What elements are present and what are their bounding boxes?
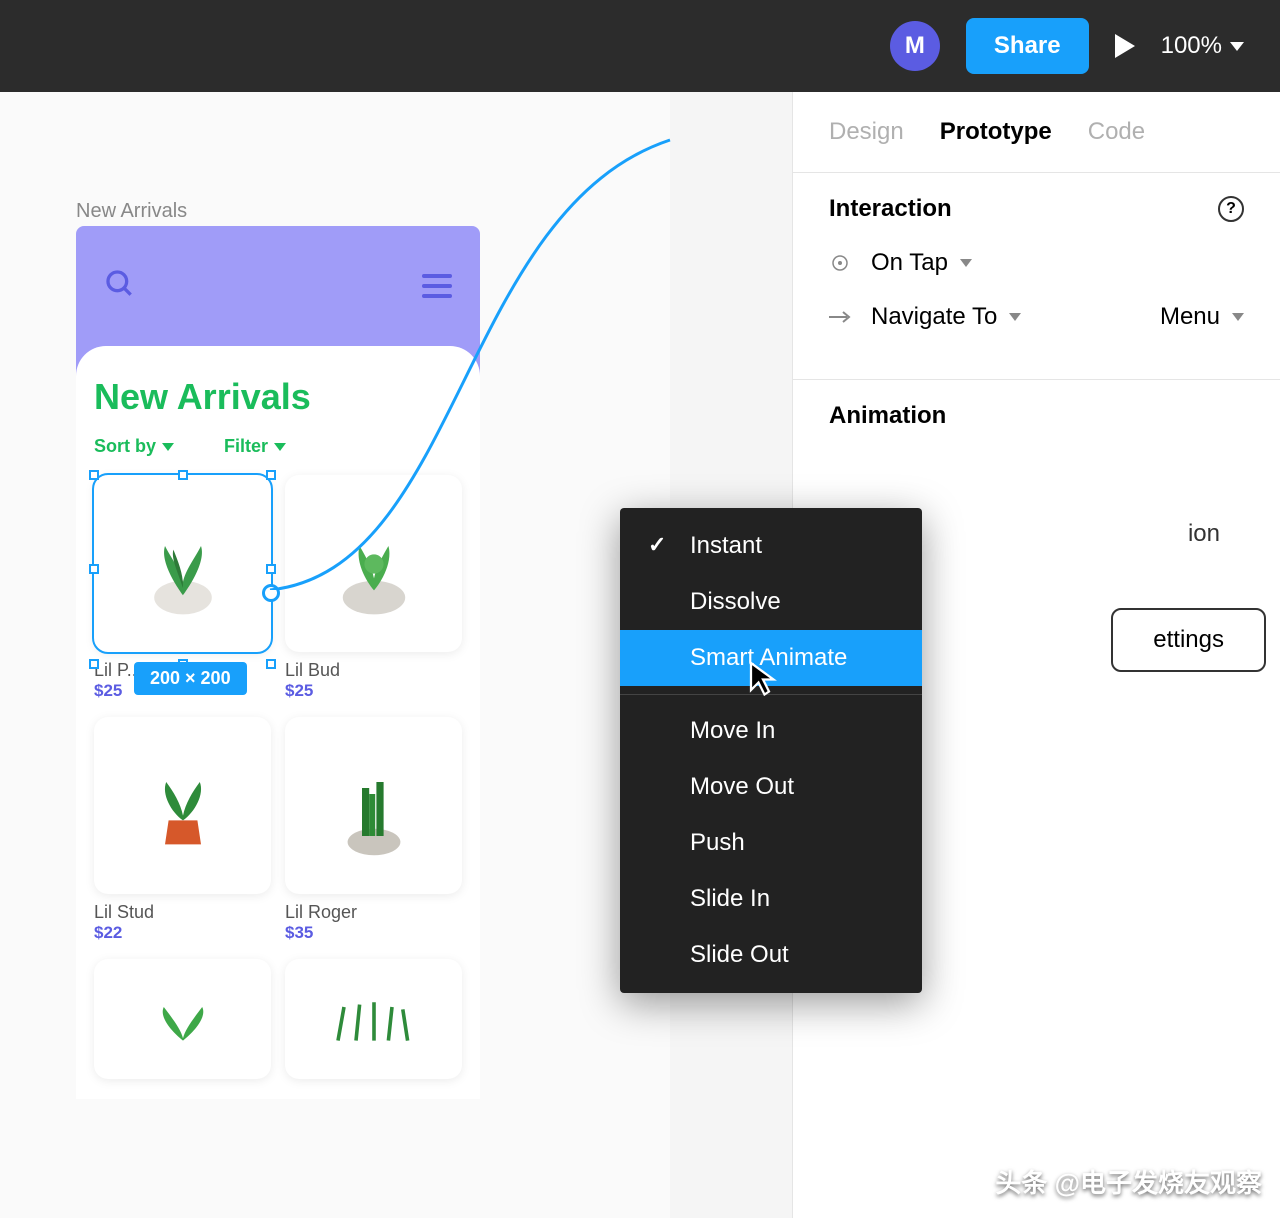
target-icon: [829, 252, 851, 274]
help-icon[interactable]: ?: [1218, 196, 1244, 222]
list-controls: Sort by Filter: [94, 436, 462, 457]
hamburger-icon[interactable]: [422, 274, 452, 298]
search-icon[interactable]: [104, 268, 136, 305]
dropdown-item[interactable]: Move Out: [620, 759, 922, 815]
zoom-dropdown[interactable]: 100%: [1161, 32, 1244, 60]
product-card[interactable]: Lil P... $25 200 × 200: [94, 475, 271, 701]
avatar[interactable]: M: [890, 21, 940, 71]
chevron-down-icon: [274, 443, 286, 451]
product-name: Lil Bud: [285, 660, 462, 681]
tab-code[interactable]: Code: [1088, 118, 1145, 146]
play-icon[interactable]: [1115, 34, 1135, 58]
overflow-label-partial: ion: [1188, 520, 1220, 548]
topbar: M Share 100%: [0, 0, 1280, 92]
section-title: Animation: [829, 402, 1244, 430]
dropdown-item[interactable]: Dissolve: [620, 574, 922, 630]
tab-prototype[interactable]: Prototype: [940, 118, 1052, 146]
product-thumbnail: [285, 717, 462, 894]
product-price: $22: [94, 923, 271, 943]
dropdown-item[interactable]: Instant: [620, 518, 922, 574]
cursor-icon: [748, 660, 778, 701]
product-card[interactable]: [94, 959, 271, 1079]
canvas[interactable]: New Arrivals New Arrivals Sort by Filter: [0, 92, 670, 1218]
dropdown-item[interactable]: Move In: [620, 703, 922, 759]
animation-section: Animation: [793, 379, 1280, 452]
chevron-down-icon: [1232, 313, 1244, 321]
trigger-row[interactable]: On Tap: [829, 249, 1244, 277]
product-name: Lil Roger: [285, 902, 462, 923]
section-title: Interaction: [829, 195, 952, 223]
overflow-settings-button[interactable]: ettings: [1111, 608, 1266, 672]
product-thumbnail: [285, 475, 462, 652]
filter-dropdown[interactable]: Filter: [224, 436, 286, 457]
frame-label[interactable]: New Arrivals: [76, 200, 187, 223]
product-name: Lil Stud: [94, 902, 271, 923]
mobile-frame[interactable]: New Arrivals Sort by Filter Lil P... $25…: [76, 226, 480, 1099]
chevron-down-icon: [162, 443, 174, 451]
watermark: 头条 @电子发烧友观察: [995, 1163, 1262, 1200]
product-card[interactable]: Lil Roger $35: [285, 717, 462, 943]
chevron-down-icon: [1009, 313, 1021, 321]
product-thumbnail: [285, 959, 462, 1079]
target-dropdown[interactable]: Menu: [1160, 303, 1244, 331]
dropdown-item[interactable]: Slide Out: [620, 927, 922, 983]
product-price: $35: [285, 923, 462, 943]
connector-node[interactable]: [262, 584, 280, 602]
tab-design[interactable]: Design: [829, 118, 904, 146]
product-card[interactable]: Lil Stud $22: [94, 717, 271, 943]
arrow-right-icon: [829, 306, 851, 328]
sort-dropdown[interactable]: Sort by: [94, 436, 174, 457]
mobile-sheet: New Arrivals Sort by Filter Lil P... $25…: [76, 346, 480, 1099]
animation-dropdown[interactable]: InstantDissolveSmart AnimateMove InMove …: [620, 508, 922, 993]
zoom-value: 100%: [1161, 32, 1222, 60]
dropdown-item[interactable]: Slide In: [620, 871, 922, 927]
page-title: New Arrivals: [94, 376, 462, 418]
mobile-header: [76, 226, 480, 346]
selection-size-badge: 200 × 200: [134, 662, 247, 695]
share-button[interactable]: Share: [966, 18, 1089, 74]
dropdown-item[interactable]: Push: [620, 815, 922, 871]
chevron-down-icon: [960, 259, 972, 267]
panel-tabs: Design Prototype Code: [793, 92, 1280, 172]
product-thumbnail: [94, 959, 271, 1079]
product-grid: Lil P... $25 200 × 200 Lil Bud $25 Lil S…: [94, 475, 462, 1079]
chevron-down-icon: [1230, 42, 1244, 51]
product-thumbnail: [94, 717, 271, 894]
product-price: $25: [285, 681, 462, 701]
action-row: Navigate To Menu: [829, 303, 1244, 331]
product-thumbnail: [94, 475, 271, 652]
action-dropdown[interactable]: Navigate To: [871, 303, 1021, 331]
interaction-section: Interaction ? On Tap Navigate To Menu: [793, 172, 1280, 379]
product-card[interactable]: Lil Bud $25: [285, 475, 462, 701]
product-card[interactable]: [285, 959, 462, 1079]
